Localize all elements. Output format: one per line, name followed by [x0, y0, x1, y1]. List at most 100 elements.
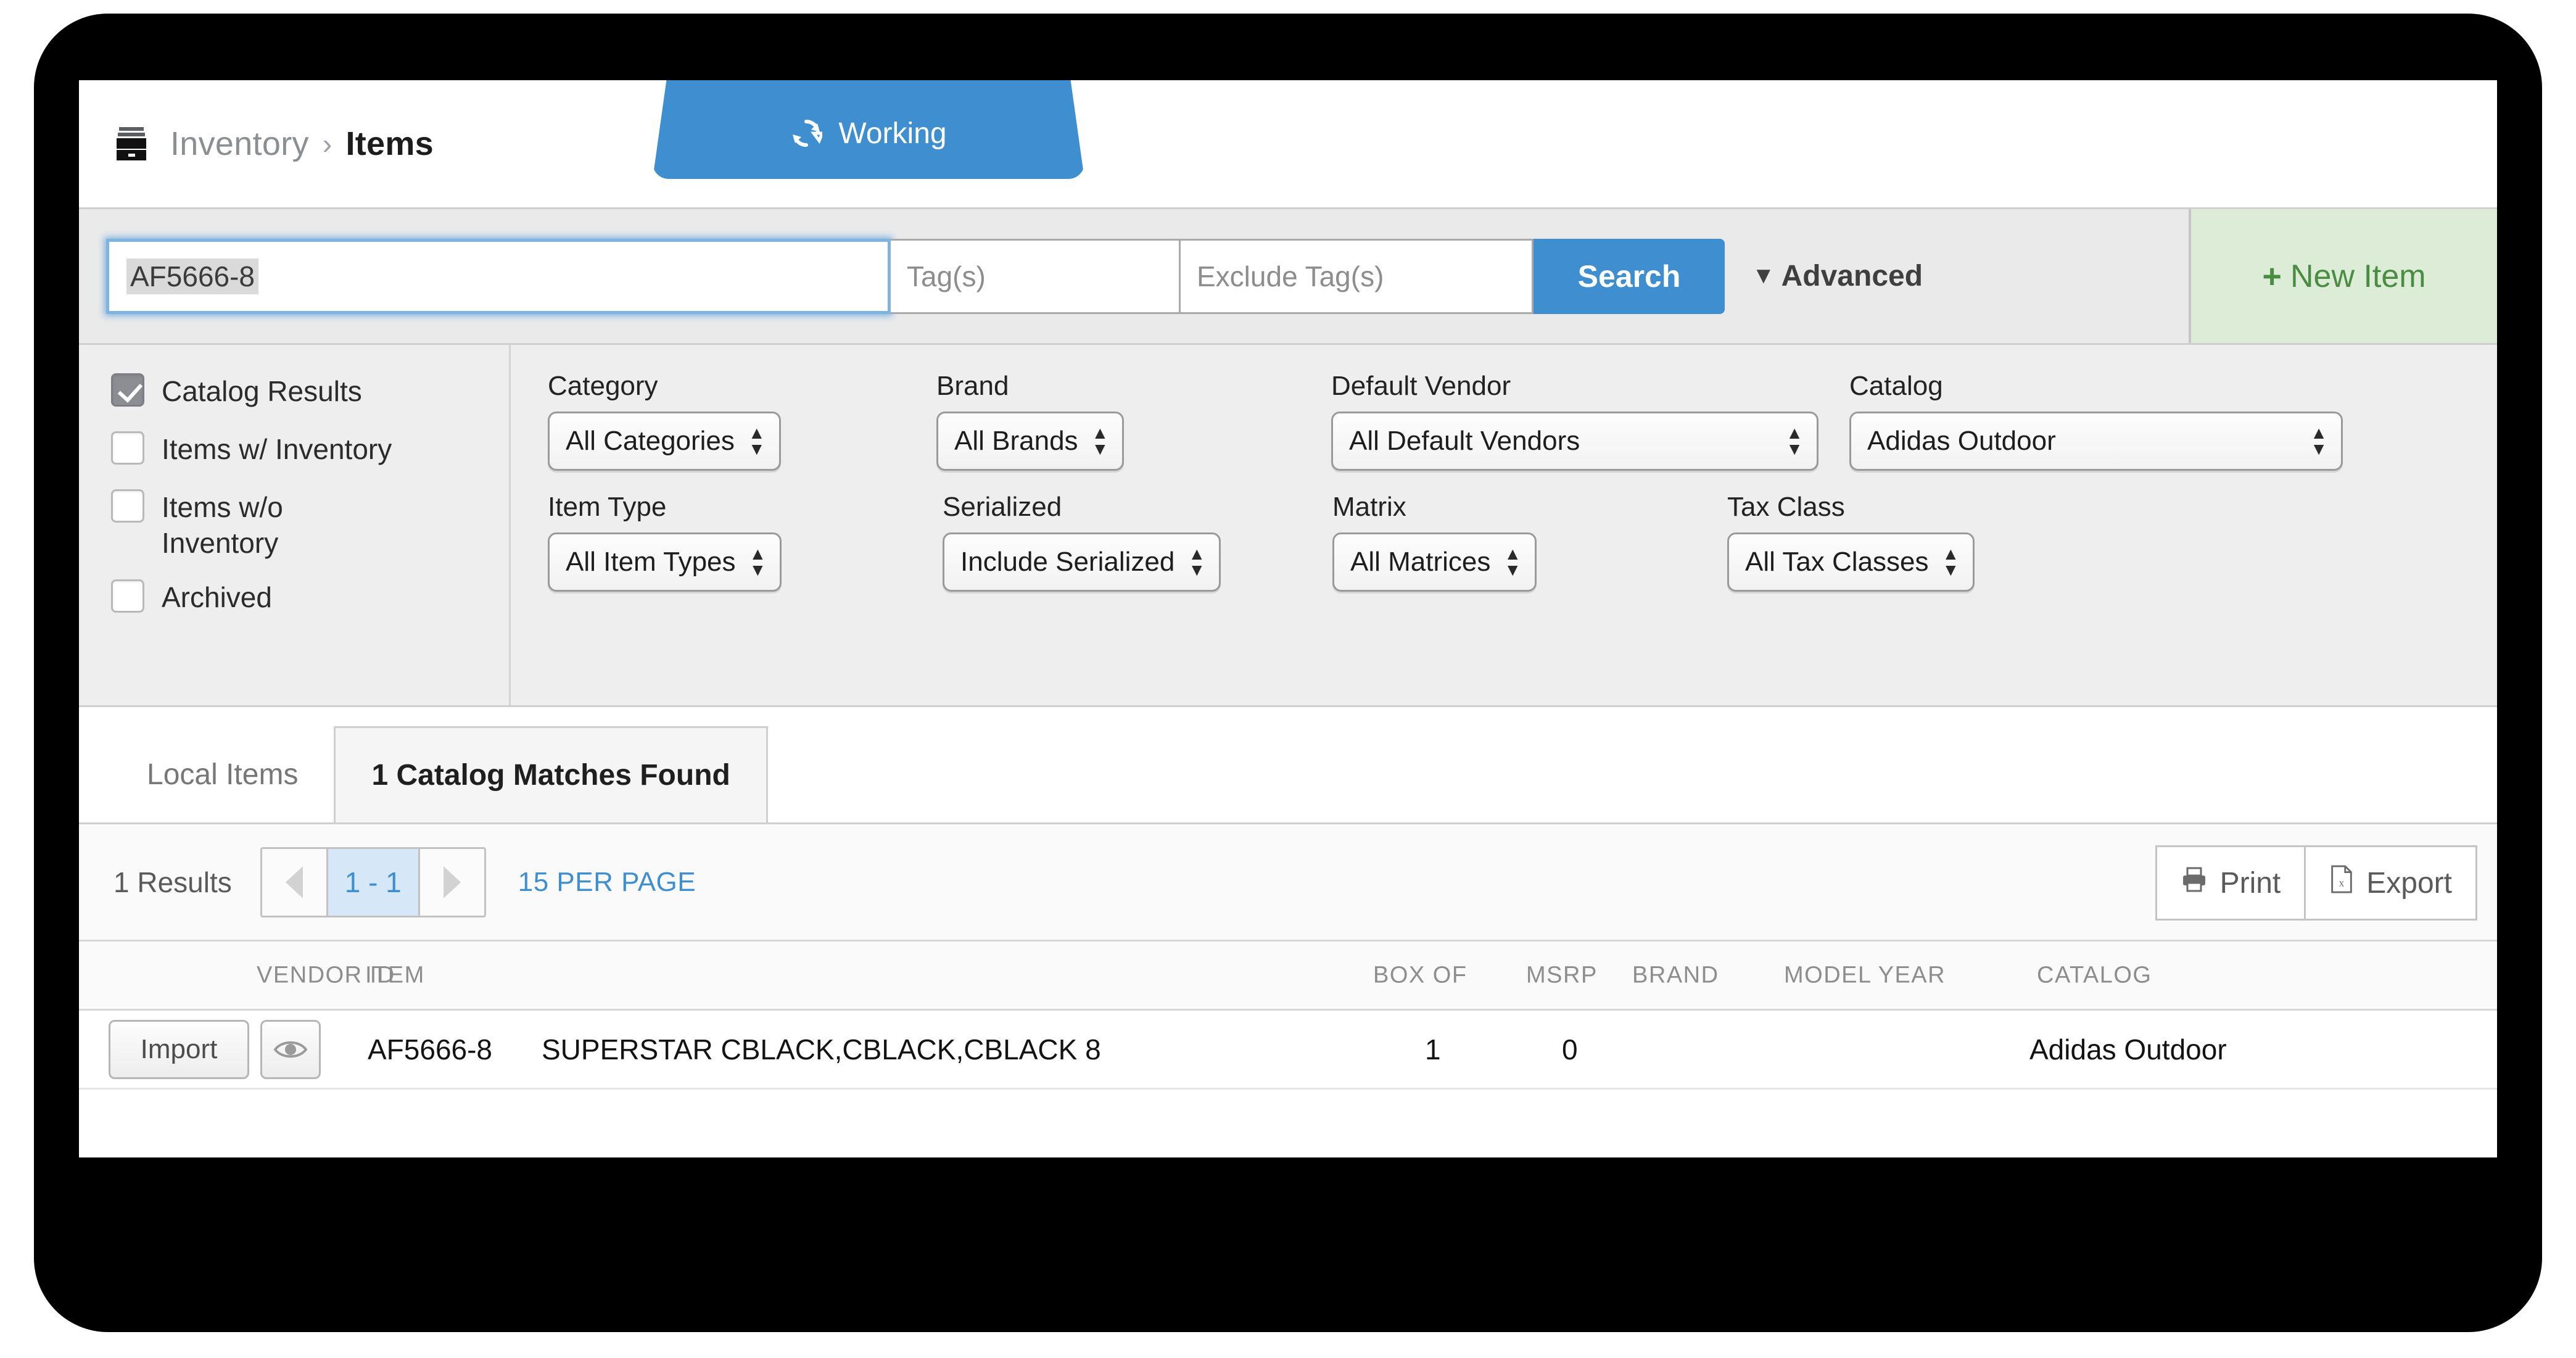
cell-vendor-id: AF5666-8	[368, 1033, 493, 1066]
table-row[interactable]: Import AF5666-8 SUPERSTAR CBLACK,CBLACK,…	[79, 1011, 2497, 1090]
filter-label: Matrix	[1332, 492, 1406, 522]
search-input[interactable]: AF5666-8	[106, 238, 891, 314]
select-arrows-icon: ▲ ▼	[1188, 544, 1206, 579]
column-catalog: CATALOG	[2037, 962, 2152, 988]
tab-local-items[interactable]: Local Items	[111, 726, 334, 822]
exclude-tags-input[interactable]: Exclude Tag(s)	[1181, 238, 1534, 314]
chevron-right-icon	[443, 866, 461, 898]
export-button[interactable]: x Export	[2304, 847, 2475, 919]
tax-class-select[interactable]: All Tax Classes ▲ ▼	[1727, 532, 1975, 592]
chevron-down-icon: ▼	[1752, 263, 1775, 289]
category-select[interactable]: All Categories ▲ ▼	[548, 412, 781, 471]
checkbox-box[interactable]	[111, 431, 144, 465]
new-item-button[interactable]: + New Item	[2189, 209, 2497, 343]
select-arrows-icon: ▲ ▼	[749, 544, 767, 579]
filter-panel: Catalog Results Items w/ Inventory Items…	[79, 343, 2497, 707]
matrix-select[interactable]: All Matrices ▲ ▼	[1332, 532, 1537, 592]
catalog-select[interactable]: Adidas Outdoor ▲ ▼	[1849, 412, 2343, 471]
filter-row-1: Category All Categories ▲ ▼ Brand All Bra…	[548, 371, 2497, 471]
archive-box-icon	[114, 126, 149, 162]
column-item: ITEM	[365, 962, 425, 988]
checkbox-items-without-inventory[interactable]: Items w/o Inventory	[111, 489, 509, 561]
results-count: 1 Results	[114, 866, 232, 898]
checkbox-box[interactable]	[111, 489, 144, 523]
search-toolbar: AF5666-8 Tag(s) Exclude Tag(s) Search ▼ …	[79, 207, 2497, 343]
filter-default-vendor: Default Vendor All Default Vendors ▲ ▼	[1331, 371, 1849, 471]
checkbox-catalog-results[interactable]: Catalog Results	[111, 373, 509, 409]
excel-file-icon: x	[2329, 865, 2366, 901]
filter-matrix: Matrix All Matrices ▲ ▼	[1332, 492, 1727, 592]
search-button[interactable]: Search	[1534, 238, 1725, 314]
select-arrows-icon: ▲ ▼	[1091, 423, 1109, 458]
filter-label: Brand	[936, 371, 1009, 401]
printer-icon	[2181, 866, 2220, 900]
checkbox-label: Archived	[162, 581, 272, 613]
column-box-of: BOX OF	[1373, 962, 1468, 988]
filter-item-type: Item Type All Item Types ▲ ▼	[548, 492, 943, 592]
filter-checkbox-column: Catalog Results Items w/ Inventory Items…	[79, 345, 511, 705]
select-arrows-icon: ▲ ▼	[748, 423, 766, 458]
page-title: Items	[345, 125, 434, 162]
item-type-select[interactable]: All Item Types ▲ ▼	[548, 532, 782, 592]
filter-label: Category	[548, 371, 658, 401]
default-vendor-select[interactable]: All Default Vendors ▲ ▼	[1331, 412, 1818, 471]
new-item-label: New Item	[2290, 258, 2426, 294]
import-button-label: Import	[109, 1019, 249, 1079]
checkbox-box[interactable]	[111, 579, 144, 613]
cell-item: SUPERSTAR CBLACK,CBLACK,CBLACK 8	[542, 1033, 1101, 1066]
checkbox-label: Catalog Results	[162, 375, 362, 407]
filter-label: Tax Class	[1727, 492, 1845, 522]
select-value: All Brands	[954, 426, 1078, 456]
app-screen: Inventory › Items Working AF5666-8 Tag(s…	[79, 80, 2497, 1157]
chevron-left-icon	[285, 866, 303, 898]
checkbox-box[interactable]	[111, 373, 144, 407]
cell-box-of: 1	[1425, 1033, 1441, 1066]
filter-brand: Brand All Brands ▲ ▼	[936, 371, 1331, 471]
breadcrumb-parent[interactable]: Inventory	[170, 125, 309, 163]
checkbox-label: Items w/ Inventory	[162, 433, 392, 465]
select-arrows-icon: ▲ ▼	[1504, 544, 1522, 579]
brand-select[interactable]: All Brands ▲ ▼	[936, 412, 1125, 471]
filter-label: Serialized	[943, 492, 1062, 522]
select-value: Adidas Outdoor	[1867, 426, 2056, 456]
select-value: All Tax Classes	[1745, 547, 1929, 577]
cell-msrp: 0	[1562, 1033, 1578, 1066]
select-arrows-icon: ▲ ▼	[2310, 423, 2327, 458]
cell-catalog: Adidas Outdoor	[2029, 1033, 2227, 1066]
filter-tax-class: Tax Class All Tax Classes ▲ ▼	[1727, 492, 1975, 592]
search-input-value: AF5666-8	[126, 258, 259, 294]
breadcrumb: Inventory › Items	[170, 125, 434, 163]
view-item-button[interactable]	[260, 1019, 321, 1079]
svg-text:x: x	[2339, 877, 2345, 889]
status-badge-label: Working	[838, 117, 947, 150]
import-button[interactable]: Import	[109, 1019, 249, 1079]
tags-input[interactable]: Tag(s)	[891, 238, 1181, 314]
table-header: VENDOR ID ITEM BOX OF MSRP BRAND MODEL Y…	[79, 942, 2497, 1011]
export-label: Export	[2366, 866, 2452, 900]
current-page-indicator[interactable]: 1 - 1	[326, 848, 420, 916]
print-export-group: Print x Export	[2155, 845, 2477, 921]
pagination-controls: 1 - 1	[260, 847, 486, 917]
column-msrp: MSRP	[1526, 962, 1598, 988]
plus-icon: +	[2262, 257, 2282, 295]
prev-page-button[interactable]	[262, 848, 326, 916]
checkbox-archived[interactable]: Archived	[111, 579, 509, 615]
filter-label: Item Type	[548, 492, 667, 522]
column-model-year: MODEL YEAR	[1784, 962, 1946, 988]
advanced-toggle[interactable]: ▼ Advanced	[1752, 259, 1923, 293]
sync-refresh-icon	[790, 117, 825, 149]
checkbox-items-with-inventory[interactable]: Items w/ Inventory	[111, 431, 509, 467]
tab-catalog-matches[interactable]: 1 Catalog Matches Found	[334, 726, 768, 822]
select-value: All Categories	[566, 426, 735, 456]
status-badge-working: Working	[653, 80, 1084, 179]
filter-label: Default Vendor	[1331, 371, 1511, 401]
print-button[interactable]: Print	[2157, 847, 2305, 919]
next-page-button[interactable]	[419, 848, 484, 916]
select-value: All Default Vendors	[1349, 426, 1580, 456]
filter-label: Catalog	[1849, 371, 1943, 401]
results-tabs: Local Items 1 Catalog Matches Found	[79, 707, 2497, 824]
page-header: Inventory › Items Working	[79, 80, 2497, 207]
serialized-select[interactable]: Include Serialized ▲ ▼	[943, 532, 1221, 592]
per-page-link[interactable]: 15 PER PAGE	[518, 867, 696, 898]
select-arrows-icon: ▲ ▼	[1786, 423, 1803, 458]
